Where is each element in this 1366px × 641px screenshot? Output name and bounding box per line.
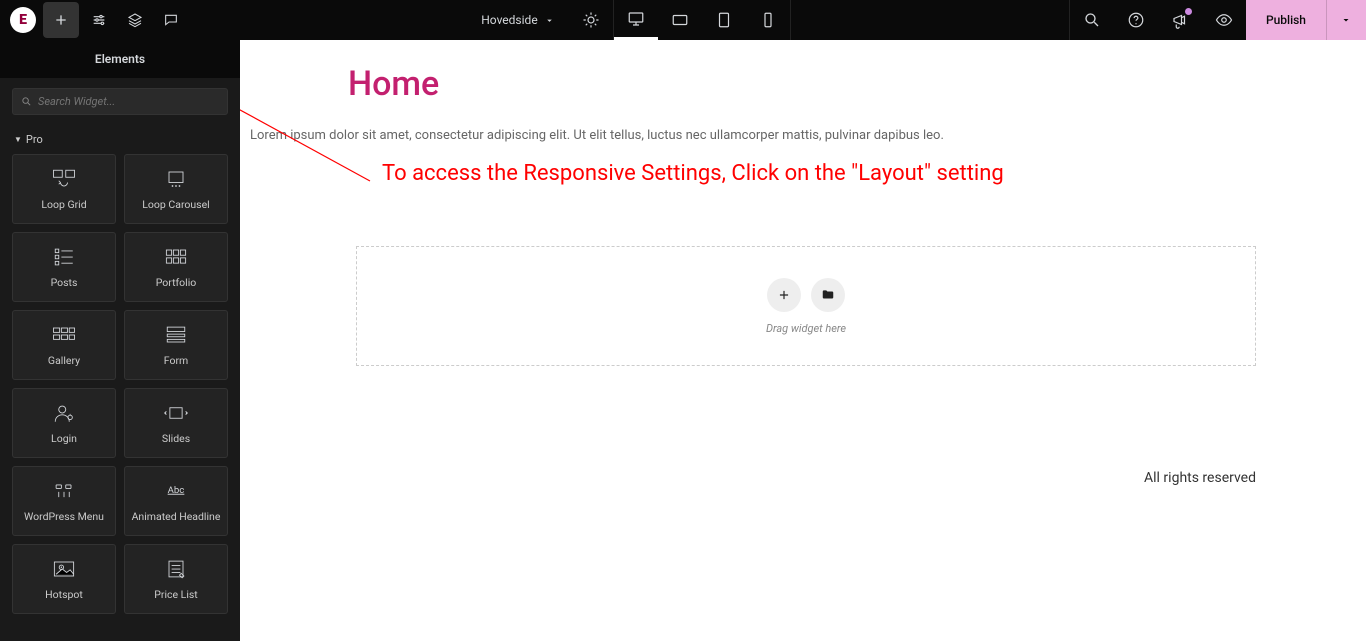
topbar-right: Publish	[1069, 0, 1366, 40]
page-title: Home	[348, 64, 1366, 104]
eye-icon	[1215, 11, 1233, 29]
search-icon	[1083, 11, 1101, 29]
comments-button[interactable]	[153, 2, 189, 38]
loop-grid-icon	[50, 168, 78, 190]
add-element-button[interactable]	[43, 2, 79, 38]
page-settings-button[interactable]	[81, 2, 117, 38]
slides-icon	[162, 402, 190, 424]
search-icon	[21, 96, 32, 107]
widgets-panel: Elements Pro Loop Grid Loop Carousel Pos…	[0, 40, 240, 641]
widget-loop-grid[interactable]: Loop Grid	[12, 154, 116, 224]
desktop-icon	[627, 10, 645, 28]
posts-icon	[50, 246, 78, 268]
loop-carousel-icon	[162, 168, 190, 190]
structure-button[interactable]	[117, 2, 153, 38]
tablet-landscape-icon	[671, 11, 689, 29]
widget-gallery[interactable]: Gallery	[12, 310, 116, 380]
lorem-text: Lorem ipsum dolor sit amet, consectetur …	[250, 128, 1366, 143]
page-name: Hovedside	[481, 13, 537, 27]
topbar-center: Hovedside	[467, 0, 790, 40]
folder-icon	[821, 288, 835, 302]
preview-button[interactable]	[1202, 0, 1246, 40]
publish-label: Publish	[1266, 13, 1306, 27]
responsive-tablet[interactable]	[702, 0, 746, 40]
finder-button[interactable]	[1070, 0, 1114, 40]
chevron-down-icon	[1340, 14, 1352, 26]
widget-search[interactable]	[12, 88, 228, 115]
form-icon	[162, 324, 190, 346]
notifications-button[interactable]	[1158, 0, 1202, 40]
topbar-left: E	[0, 2, 189, 38]
dropzone-buttons	[767, 278, 845, 312]
sliders-icon	[91, 12, 107, 28]
template-library-button[interactable]	[811, 278, 845, 312]
menu-icon	[50, 480, 78, 502]
publish-button[interactable]: Publish	[1246, 0, 1326, 40]
panel-title: Elements	[0, 40, 240, 78]
elementor-logo[interactable]: E	[10, 7, 36, 33]
responsive-tablet-landscape[interactable]	[658, 0, 702, 40]
widget-price-list[interactable]: Price List	[124, 544, 228, 614]
mobile-icon	[759, 11, 777, 29]
megaphone-icon	[1171, 11, 1189, 29]
widget-loop-carousel[interactable]: Loop Carousel	[124, 154, 228, 224]
plus-icon	[53, 12, 69, 28]
widget-wordpress-menu[interactable]: WordPress Menu	[12, 466, 116, 536]
widget-form[interactable]: Form	[124, 310, 228, 380]
search-input[interactable]	[38, 95, 219, 108]
divider	[790, 0, 791, 40]
site-settings-button[interactable]	[569, 0, 613, 40]
footer-text: All rights reserved	[1144, 470, 1256, 486]
widget-grid: Loop Grid Loop Carousel Posts Portfolio …	[0, 154, 240, 614]
responsive-mobile[interactable]	[746, 0, 790, 40]
drop-hint: Drag widget here	[766, 322, 846, 335]
gallery-icon	[50, 324, 78, 346]
widget-login[interactable]: Login	[12, 388, 116, 458]
widget-portfolio[interactable]: Portfolio	[124, 232, 228, 302]
top-bar: E Hovedside	[0, 0, 1366, 40]
publish-dropdown[interactable]	[1326, 0, 1366, 40]
price-list-icon	[162, 558, 190, 580]
chevron-down-icon	[544, 15, 555, 26]
widget-hotspot[interactable]: Hotspot	[12, 544, 116, 614]
widget-posts[interactable]: Posts	[12, 232, 116, 302]
widget-animated-headline[interactable]: AbcAnimated Headline	[124, 466, 228, 536]
headline-icon: Abc	[162, 480, 190, 502]
help-icon	[1127, 11, 1145, 29]
help-button[interactable]	[1114, 0, 1158, 40]
portfolio-icon	[162, 246, 190, 268]
hotspot-icon	[50, 558, 78, 580]
section-pro[interactable]: Pro	[0, 125, 240, 154]
widget-slides[interactable]: Slides	[124, 388, 228, 458]
svg-text:Abc: Abc	[168, 484, 185, 495]
layers-icon	[127, 12, 143, 28]
annotation-text: To access the Responsive Settings, Click…	[382, 161, 1366, 186]
responsive-desktop[interactable]	[614, 0, 658, 40]
plus-icon	[777, 288, 791, 302]
tablet-icon	[715, 11, 733, 29]
page-selector[interactable]: Hovedside	[467, 13, 568, 27]
add-section-button[interactable]	[767, 278, 801, 312]
chat-icon	[163, 12, 179, 28]
editor-canvas[interactable]: Home Lorem ipsum dolor sit amet, consect…	[240, 40, 1366, 641]
drop-zone[interactable]: Drag widget here	[356, 246, 1256, 366]
gear-icon	[582, 11, 600, 29]
login-icon	[50, 402, 78, 424]
